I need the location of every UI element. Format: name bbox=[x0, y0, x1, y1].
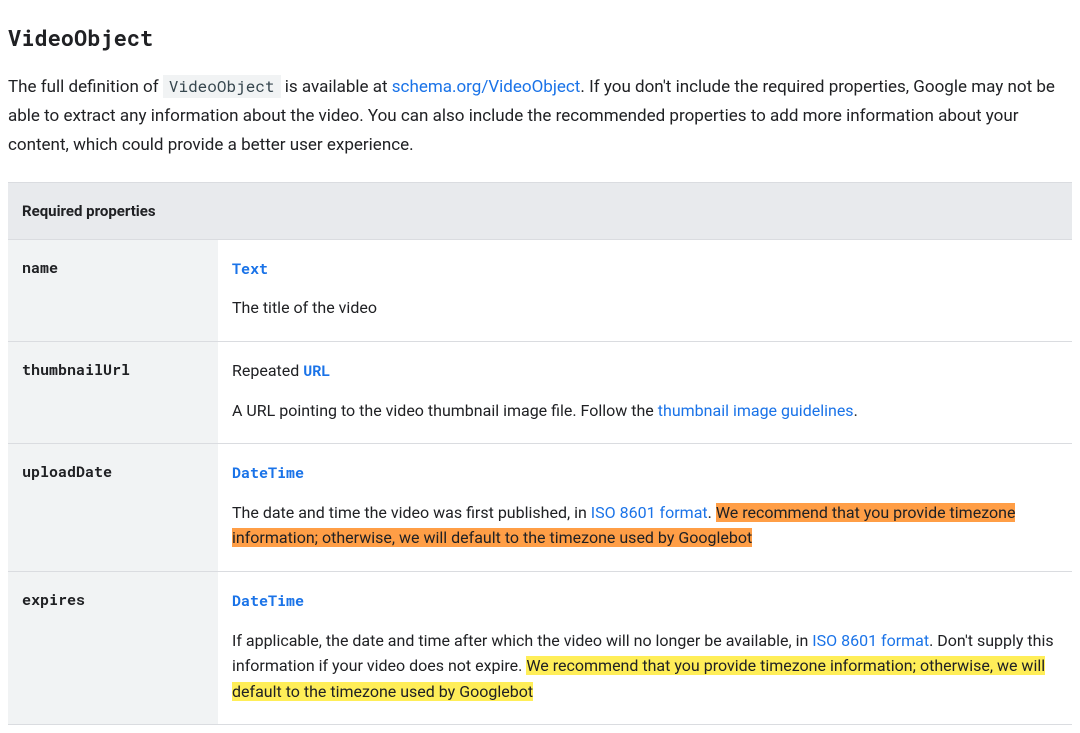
desc-text: If applicable, the date and time after w… bbox=[232, 631, 812, 650]
type-link-datetime[interactable]: DateTime bbox=[232, 463, 304, 483]
property-description: If applicable, the date and time after w… bbox=[232, 628, 1058, 705]
desc-text: . bbox=[854, 401, 858, 420]
property-name: expires bbox=[8, 572, 218, 725]
type-prefix: Repeated bbox=[232, 361, 303, 380]
property-cell: Repeated URL A URL pointing to the video… bbox=[218, 342, 1072, 444]
property-description: A URL pointing to the video thumbnail im… bbox=[232, 398, 1058, 424]
type-link-datetime[interactable]: DateTime bbox=[232, 591, 304, 611]
property-name: thumbnailUrl bbox=[8, 342, 218, 444]
property-description: The date and time the video was first pu… bbox=[232, 500, 1058, 551]
desc-text: . bbox=[708, 503, 716, 522]
property-cell: DateTime If applicable, the date and tim… bbox=[218, 572, 1072, 725]
table-row: expires DateTime If applicable, the date… bbox=[8, 572, 1072, 725]
table-row: name Text The title of the video bbox=[8, 239, 1072, 341]
intro-text: The full definition of bbox=[8, 77, 163, 97]
property-name: name bbox=[8, 239, 218, 341]
inline-code-videoobject: VideoObject bbox=[163, 75, 281, 98]
desc-text: A URL pointing to the video thumbnail im… bbox=[232, 401, 658, 420]
link-thumbnail-guidelines[interactable]: thumbnail image guidelines bbox=[658, 401, 854, 420]
intro-text: is available at bbox=[281, 77, 392, 97]
section-heading: VideoObject bbox=[8, 20, 1072, 55]
property-cell: Text The title of the video bbox=[218, 239, 1072, 341]
table-row: thumbnailUrl Repeated URL A URL pointing… bbox=[8, 342, 1072, 444]
link-schema-org-videoobject[interactable]: schema.org/VideoObject bbox=[392, 77, 581, 97]
intro-paragraph: The full definition of VideoObject is av… bbox=[8, 73, 1072, 160]
property-name: uploadDate bbox=[8, 444, 218, 572]
desc-text: The date and time the video was first pu… bbox=[232, 503, 591, 522]
type-link-url[interactable]: URL bbox=[303, 361, 330, 381]
property-cell: DateTime The date and time the video was… bbox=[218, 444, 1072, 572]
table-section-header: Required properties bbox=[8, 182, 1072, 239]
property-description: The title of the video bbox=[232, 295, 1058, 321]
table-row: uploadDate DateTime The date and time th… bbox=[8, 444, 1072, 572]
required-properties-table: Required properties name Text The title … bbox=[8, 182, 1072, 726]
link-iso-8601[interactable]: ISO 8601 format bbox=[591, 503, 708, 522]
type-link-text[interactable]: Text bbox=[232, 259, 268, 279]
link-iso-8601[interactable]: ISO 8601 format bbox=[812, 631, 929, 650]
